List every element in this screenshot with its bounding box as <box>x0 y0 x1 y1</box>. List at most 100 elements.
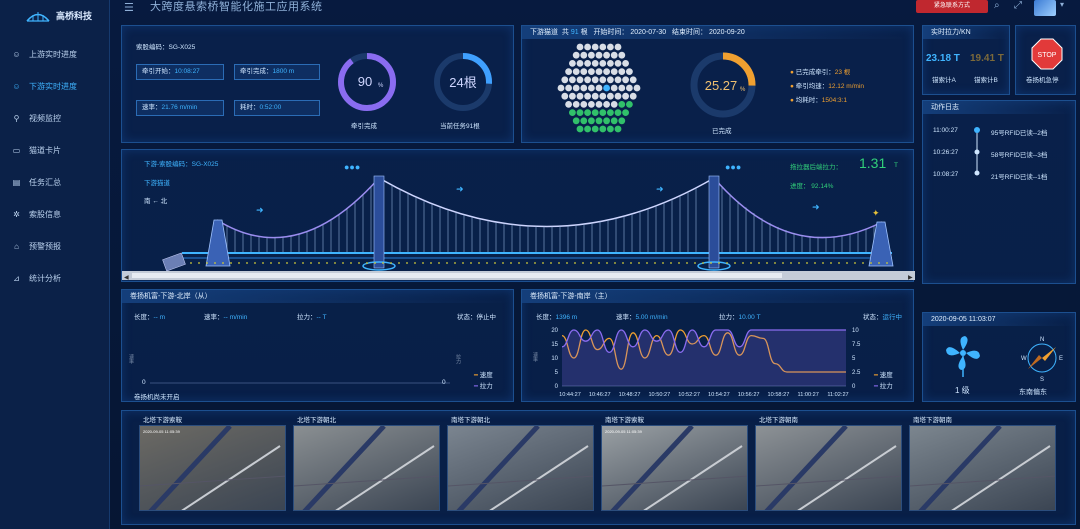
gauge-label: 已完成 <box>712 128 732 135</box>
sidebar-item-2[interactable]: ⚲ 视频监控 <box>0 102 109 134</box>
compass-icon: N S W E <box>1021 337 1063 383</box>
strand-dot <box>629 76 637 84</box>
camera-timestamp: 2020-09-05 11:05:39 <box>605 429 642 434</box>
stop-sign-icon[interactable]: STOP <box>1031 38 1063 70</box>
speed-box: 速率：21.76 m/min <box>136 100 224 116</box>
strand-dot <box>584 76 591 84</box>
strand-dot <box>595 117 603 125</box>
catwalk-progress-gauge: 25.27 % <box>690 52 756 118</box>
bridge-diagram: ●●● ●●● ➜ ➜ ➜ ➜ ✦ ◀ ▶ <box>122 162 915 281</box>
camera-feed[interactable] <box>447 425 594 511</box>
sidebar-item-label: 视频监控 <box>29 113 61 123</box>
sidebar-item-6[interactable]: ⌂ 预警预报 <box>0 230 109 262</box>
sidebar-item-7[interactable]: ⊿ 统计分析 <box>0 262 109 294</box>
panel-title: 卷扬机富-下游-南岸（主） <box>522 290 913 303</box>
strand-dot <box>610 101 618 108</box>
camera-feed[interactable] <box>293 425 440 511</box>
y-tick-right: 0 <box>852 384 856 390</box>
strand-dot <box>626 84 633 92</box>
strand-dot <box>626 68 633 75</box>
camera-label: 南塔下游朝北 <box>451 417 490 424</box>
anchor-a-label: 锚索计A <box>932 77 956 84</box>
fullscreen-icon[interactable]: ⤢ <box>1014 0 1022 11</box>
strand-dot <box>618 68 626 75</box>
camera-feed[interactable]: 2020-09-05 11:05:39 <box>139 425 286 511</box>
svg-text:➜: ➜ <box>812 202 820 212</box>
camera-label: 北塔下游索鞍 <box>143 417 182 424</box>
x-tick: 11:00:27 <box>798 392 819 398</box>
emergency-contact-button[interactable]: 紧急联系方式 <box>916 0 988 13</box>
strand-dot <box>591 43 599 51</box>
strand-dot <box>565 84 572 92</box>
strand-dot <box>599 125 607 133</box>
strand-dot <box>610 68 618 75</box>
list-icon: ▤ <box>12 177 21 187</box>
gauge-value: 24根 <box>449 75 476 90</box>
x-tick: 10:54:27 <box>708 392 730 398</box>
winch-north-panel: 卷扬机富-下游-北岸（从） 长度：-- m 速率：-- m/min 拉力：-- … <box>121 289 514 402</box>
camera-feed[interactable] <box>755 425 902 511</box>
catwalk-stat: ● 均耗时：1504:3:1 <box>790 97 848 104</box>
svg-text:●●●: ●●● <box>725 162 741 172</box>
strand-dot <box>584 109 591 116</box>
strand-dot <box>561 92 569 100</box>
strand-dot <box>595 51 603 59</box>
strand-dot <box>603 51 610 59</box>
gauge-value: 90 <box>358 74 372 89</box>
y-tick-left: 0 <box>555 384 559 390</box>
strand-dot <box>576 109 584 116</box>
strand-dot <box>603 101 610 108</box>
log-text: 21号RFID已读--1档 <box>991 174 1048 181</box>
svg-text:➜: ➜ <box>256 205 264 215</box>
strand-dot <box>629 92 637 100</box>
bridge-panel: 下游-索股编码：SG-X025 下游猫道 南 ← 北 拖拉器后端拉力： 1.31… <box>121 149 915 282</box>
wind-level: 1 级 <box>955 386 970 395</box>
top-bar: ☰ 大跨度悬索桥智能化施工应用系统 紧急联系方式 ⌕ ⤢ ▾ <box>110 0 1080 18</box>
winch-south-panel: 卷扬机富-下游-南岸（主） 长度：1396 m 速率：5.00 m/min 拉力… <box>521 289 914 402</box>
camera-feed[interactable] <box>909 425 1056 511</box>
traction-start-box: 牵引开始：10:08:27 <box>136 64 224 80</box>
strand-dot <box>614 76 622 84</box>
anchor-right <box>868 221 894 267</box>
svg-text:%: % <box>740 87 746 93</box>
y-tick-right: 5 <box>852 356 856 362</box>
sidebar-item-4[interactable]: ▤ 任务汇总 <box>0 166 109 198</box>
logo-bridge-icon <box>26 12 50 22</box>
strand-dot <box>603 117 610 125</box>
app-title: 大跨度悬索桥智能化施工应用系统 <box>150 1 323 13</box>
camera-label: 北塔下游朝南 <box>759 417 798 424</box>
strand-dot <box>607 109 614 116</box>
search-icon[interactable]: ⌕ <box>994 0 1000 11</box>
strand-dot <box>588 51 595 59</box>
strand-dot <box>588 117 595 125</box>
svg-text:%: % <box>378 83 384 89</box>
sidebar-item-1[interactable]: ☺ 下游实时进度 <box>0 70 109 102</box>
avatar[interactable] <box>1034 0 1056 16</box>
sidebar: 高桥科技 ☺ 上游实时进度 ☺ 下游实时进度 ⚲ 视频监控 ▭ 猫道卡片 ▤ 任务汇总 ✲ 索股信息 ⌂… <box>0 0 110 529</box>
x-tick: 10:48:27 <box>619 392 641 398</box>
strand-dot <box>603 68 610 75</box>
sidebar-item-5[interactable]: ✲ 索股信息 <box>0 198 109 230</box>
strand-dot <box>607 60 614 67</box>
chevron-down-icon[interactable]: ▾ <box>1060 0 1064 9</box>
strand-dot <box>595 68 603 75</box>
emergency-stop-panel: STOP 卷扬机急停 <box>1015 25 1076 95</box>
svg-text:S: S <box>1040 377 1044 383</box>
menu-icon[interactable]: ☰ <box>124 1 134 14</box>
strand-dot <box>561 76 569 84</box>
strand-dot <box>569 109 576 116</box>
sidebar-item-0[interactable]: ☺ 上游实时进度 <box>0 38 109 70</box>
task-progress-gauge: 24根 <box>434 53 492 111</box>
tension-panel: 实时拉力/KN 23.18 T 19.41 T 锚索计A 锚索计B <box>922 25 1010 95</box>
panel-title: 下游猫道 共 91 根 开始时间： 2020-07-30 结束时间： 2020-… <box>522 26 913 39</box>
user-icon: ☺ <box>12 49 21 59</box>
gauge-value: 25.27 <box>705 78 738 93</box>
sidebar-item-3[interactable]: ▭ 猫道卡片 <box>0 134 109 166</box>
catwalk-stat: ● 牵引均速：12.12 m/min <box>790 83 865 90</box>
strand-panel: 索股编码：SG-X025 牵引开始：10:08:27 牵引完成：1800 m 速… <box>121 25 514 143</box>
camera-feed[interactable]: 2020-09-05 11:05:39 <box>601 425 748 511</box>
log-text: 95号RFID已读--2档 <box>991 130 1048 137</box>
y-tick-right: 7.5 <box>852 342 861 348</box>
gauge-label: 牵引完成 <box>351 123 377 130</box>
camera-label: 北塔下游朝北 <box>297 417 336 424</box>
